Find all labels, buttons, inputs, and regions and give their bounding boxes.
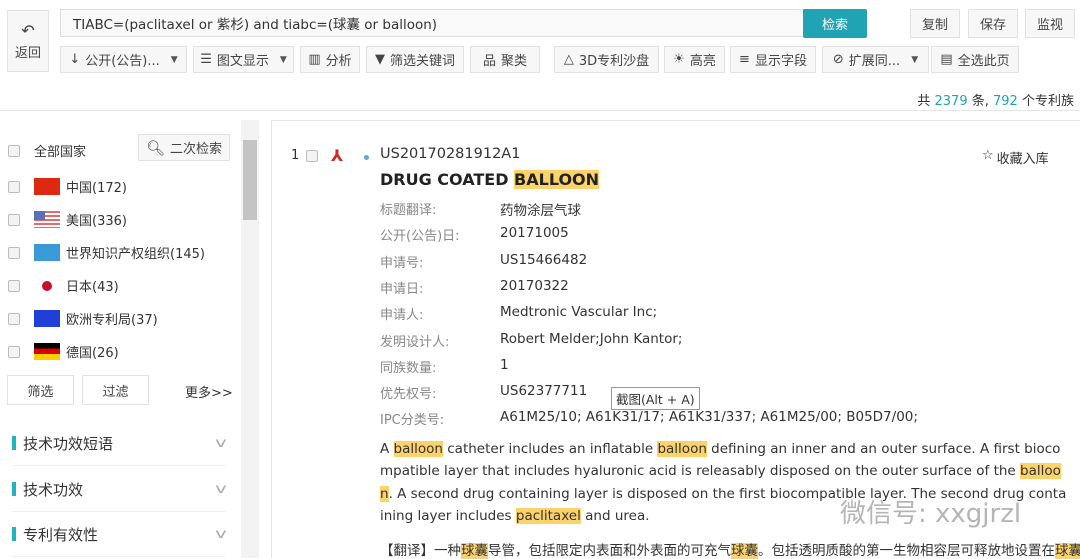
exclude-button[interactable]: 过滤 <box>82 375 149 405</box>
country-item-jp[interactable]: 日本(43) <box>8 276 119 295</box>
field-value: US15466482 <box>500 251 588 268</box>
caret-down-icon: ▼ <box>170 54 178 65</box>
filter-icon: ▼ <box>374 52 385 67</box>
field-value: 20170322 <box>500 277 569 294</box>
save-button[interactable]: 保存 <box>968 9 1018 38</box>
highlighted-term: 球囊 <box>461 543 488 559</box>
country-item-wipo[interactable]: 世界知识产权组织(145) <box>8 243 205 262</box>
result-checkbox[interactable] <box>306 150 318 162</box>
analyze-button[interactable]: ▥ 分析 <box>300 46 360 73</box>
field-value: Robert Melder;John Kantor; <box>500 330 683 347</box>
field-label: 同族数量: <box>380 360 437 376</box>
abstract-translation: 【翻译】一种球囊导管，包括限定内表面和外表面的可充气球囊。包括透明质酸的第一生物… <box>380 539 1080 559</box>
caret-down-icon: ▼ <box>279 54 287 65</box>
germany-flag-icon <box>34 343 60 360</box>
copy-button[interactable]: 复制 <box>910 9 960 38</box>
divider <box>0 110 1080 111</box>
field-value: 20171005 <box>500 225 569 242</box>
all-countries-checkbox[interactable]: 全部国家 <box>8 141 86 160</box>
field-label: IPC分类号: <box>380 413 445 429</box>
favorite-button[interactable]: ☆ 收藏入库 <box>982 148 1049 167</box>
scrollbar-thumb[interactable] <box>243 140 257 220</box>
link-icon: ⊘ <box>832 52 844 67</box>
hierarchy-icon: 品 <box>482 54 496 69</box>
highlighted-term: balloon <box>393 441 443 457</box>
filter-keywords-button[interactable]: ▼ 筛选关键词 <box>366 46 464 73</box>
text-segment: catheter includes an inflatable <box>442 441 658 457</box>
highlighted-term: 球囊 <box>1055 543 1080 559</box>
result-index: 1 <box>291 148 300 163</box>
country-item-cn[interactable]: 中国(172) <box>8 177 127 196</box>
eu-flag-icon <box>34 310 60 327</box>
text-segment: A <box>380 441 394 457</box>
filter-button[interactable]: 筛选 <box>7 375 74 405</box>
field-value: 药物涂层气球 <box>500 203 581 219</box>
sort-publication-date-dropdown[interactable]: ↓ 公开(公告)... ▼ <box>60 46 187 73</box>
highlighted-term: balloon <box>657 441 707 457</box>
select-all-icon: ▤ <box>940 52 953 67</box>
patent-title[interactable]: DRUG COATED BALLOON <box>380 170 600 189</box>
undo-arrow-icon: ↶ <box>21 21 35 40</box>
patent-number-link[interactable]: US20170281912A1 <box>380 146 520 162</box>
field-value: A61M25/10; A61K31/17; A61K31/337; A61M25… <box>500 409 918 426</box>
text-segment: 【翻译】一种 <box>380 543 461 559</box>
display-fields-button[interactable]: ≡ 显示字段 <box>730 46 816 73</box>
field-label: 优先权号: <box>380 387 437 403</box>
chevron-down-icon: v <box>215 526 227 542</box>
cluster-button[interactable]: 品聚类 <box>470 46 540 73</box>
country-item-ep[interactable]: 欧洲专利局(37) <box>8 309 158 328</box>
star-icon: ☆ <box>982 148 994 163</box>
sun-icon: ☀ <box>673 52 685 67</box>
caret-down-icon: ▼ <box>911 54 919 65</box>
section-tech-effect[interactable]: 技术功效 v <box>12 467 227 512</box>
japan-flag-icon <box>34 277 60 294</box>
sort-down-icon: ↓ <box>69 52 81 67</box>
view-mode-dropdown[interactable]: ☰ 图文显示 ▼ <box>193 46 294 73</box>
country-item-us[interactable]: 美国(336) <box>8 210 127 229</box>
text-segment: and urea. <box>580 507 650 524</box>
field-label: 标题翻译: <box>380 203 437 218</box>
wipo-flag-icon <box>34 244 60 261</box>
field-label: 发明设计人: <box>380 334 450 350</box>
sandbox-icon: △ <box>563 52 574 67</box>
select-all-page-button[interactable]: ▤ 全选此页 <box>931 46 1019 73</box>
field-label: 申请号: <box>380 255 424 271</box>
field-label: 申请人: <box>380 308 424 324</box>
text-segment: 导管，包括限定内表面和外表面的可充气 <box>488 543 731 559</box>
field-label: 公开(公告)日: <box>380 229 460 245</box>
list-icon: ☰ <box>200 52 212 67</box>
search-query-input[interactable]: TIABC=(paclitaxel or 紫杉) and tiabc=(球囊 o… <box>60 9 804 37</box>
lines-icon: ≡ <box>739 52 750 67</box>
sidebar: 全部国家 🔍︎ 二次检索 中国(172) 美国(336) 世界知识产权组织(145… <box>0 120 240 558</box>
field-label: 申请日: <box>380 281 424 297</box>
china-flag-icon <box>34 178 60 195</box>
chevron-down-icon: v <box>215 481 227 497</box>
section-tech-effect-phrases[interactable]: 技术功效短语 v <box>12 421 227 466</box>
section-patent-validity[interactable]: 专利有效性 v <box>12 512 227 557</box>
screenshot-tooltip: 截图(Alt + A) <box>611 387 700 410</box>
highlight-button[interactable]: ☀ 高亮 <box>664 46 725 73</box>
field-value: 1 <box>500 356 509 373</box>
pdf-icon[interactable]: ⅄ <box>331 146 351 165</box>
result-count: 共 2379 条, 792 个专利族 <box>917 94 1074 109</box>
back-button[interactable]: ↶ 返回 <box>7 10 49 72</box>
bar-chart-icon: ▥ <box>308 52 321 67</box>
text-segment: 。包括透明质酸的第一生物相容层可释放地设置在 <box>758 543 1055 559</box>
usa-flag-icon <box>34 211 60 228</box>
3d-sandbox-button[interactable]: △ 3D专利沙盘 <box>554 46 659 73</box>
monitor-button[interactable]: 监视 <box>1025 9 1075 38</box>
chevron-down-icon: v <box>215 435 227 451</box>
highlighted-term: 球囊 <box>731 543 758 559</box>
country-item-de[interactable]: 德国(26) <box>8 342 119 361</box>
search-icon: 🔍︎ <box>145 138 166 157</box>
wechat-watermark: 微信号: xxgjrzl <box>840 499 1022 529</box>
secondary-search-button[interactable]: 🔍︎ 二次检索 <box>138 134 230 161</box>
highlighted-term: paclitaxel <box>515 507 581 524</box>
more-link[interactable]: 更多>> <box>185 382 233 401</box>
status-dot <box>364 155 369 160</box>
field-value: Medtronic Vascular Inc; <box>500 304 658 321</box>
field-value: US62377711 <box>500 383 588 400</box>
expand-family-dropdown[interactable]: ⊘ 扩展同... ▼ <box>822 46 929 73</box>
search-button[interactable]: 检索 <box>803 9 867 38</box>
